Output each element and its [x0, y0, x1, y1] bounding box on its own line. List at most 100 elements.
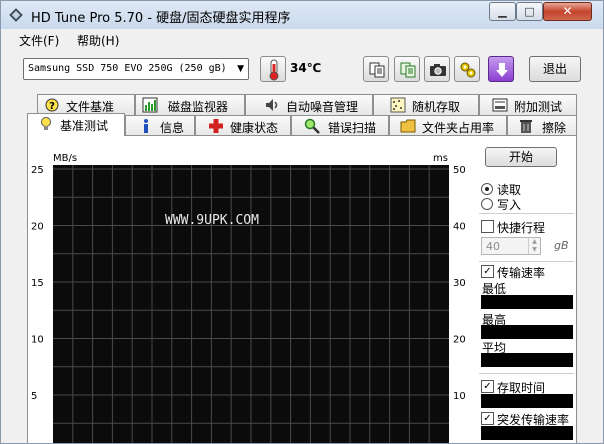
y-right-tick-label: 20 — [453, 335, 466, 346]
quick-stroke-value: 40 — [486, 240, 500, 253]
tab-aam[interactable]: 自动噪音管理 — [245, 94, 373, 115]
chart-watermark: WWW.9UPK.COM — [165, 213, 259, 228]
copy-button[interactable] — [363, 56, 389, 82]
copy-icon — [369, 62, 385, 78]
separator — [479, 213, 574, 214]
tab-disk-monitor[interactable]: 磁盘监视器 — [135, 94, 245, 115]
quick-stroke-checkbox[interactable] — [481, 220, 494, 233]
spin-down-icon[interactable]: ▼ — [528, 246, 540, 254]
access-time-checkbox[interactable]: ✓ — [481, 380, 494, 393]
y-right-tick-label: 40 — [453, 222, 466, 233]
maximize-icon: □ — [524, 5, 535, 18]
title-bar[interactable]: HD Tune Pro 5.70 - 硬盘/固态硬盘实用程序 ▁ □ ✕ — [1, 1, 603, 29]
menu-help[interactable]: 帮助(H) — [77, 32, 119, 49]
y-left-unit-label: MB/s — [53, 153, 77, 164]
y-right-tick-label: 50 — [453, 165, 466, 176]
screenshot-button[interactable] — [424, 56, 450, 82]
checkmark-icon: ✓ — [483, 266, 492, 277]
exit-button[interactable]: 退出 — [529, 56, 581, 82]
tab-random-access[interactable]: 随机存取 — [373, 94, 479, 115]
quick-stroke-unit: gB — [554, 239, 569, 252]
tab-label: 健康状态 — [230, 121, 279, 135]
menu-file[interactable]: 文件(F) — [19, 32, 59, 49]
y-right-tick-label: 10 — [453, 391, 466, 402]
tab-folder-usage[interactable]: 文件夹占用率 — [389, 115, 507, 136]
tab-label: 文件夹占用率 — [422, 121, 495, 135]
folder-icon — [400, 119, 416, 133]
random-access-icon — [390, 97, 406, 113]
tab-label: 磁盘监视器 — [168, 100, 229, 114]
disk-monitor-icon — [142, 97, 158, 113]
checkmark-icon: ✓ — [483, 381, 492, 392]
info-icon — [144, 119, 148, 133]
write-radio[interactable] — [481, 198, 493, 210]
min-value-box — [481, 295, 573, 309]
tab-benchmark[interactable]: 基准测试 — [27, 113, 125, 136]
speaker-icon — [266, 99, 278, 111]
file-benchmark-icon: ? — [45, 98, 59, 112]
health-cross-icon — [209, 119, 223, 133]
separator — [479, 373, 574, 374]
tab-file-benchmark[interactable]: ? 文件基准 — [37, 94, 135, 115]
save-button[interactable] — [488, 56, 514, 82]
checkmark-icon: ✓ — [483, 413, 492, 424]
y-left-tick-label: 15 — [31, 278, 44, 289]
avg-value-box — [481, 353, 573, 367]
extra-tests-icon — [492, 98, 508, 112]
tab-extra-tests[interactable]: 附加测试 — [479, 94, 577, 115]
maximize-button[interactable]: □ — [516, 2, 543, 21]
read-radio[interactable] — [481, 183, 493, 195]
max-value-box — [481, 325, 573, 339]
transfer-rate-label: 传输速率 — [497, 266, 546, 280]
trash-icon — [520, 120, 532, 133]
separator — [479, 261, 574, 262]
access-time-value-box — [481, 394, 573, 408]
camera-icon — [430, 64, 446, 76]
tab-label: 信息 — [160, 121, 185, 135]
menu-bar: 文件(F) 帮助(H) — [1, 29, 603, 51]
temperature-value: 34℃ — [290, 61, 322, 75]
tab-info[interactable]: 信息 — [125, 115, 195, 136]
copy-all-icon — [400, 62, 416, 78]
drive-select-value: Samsung SSD 750 EVO 250G (250 gB) — [28, 63, 227, 74]
magnifier-icon — [304, 118, 320, 134]
app-diamond-icon — [9, 8, 23, 22]
quick-stroke-spinner[interactable]: 40 ▲ ▼ — [481, 237, 541, 255]
spin-up-icon[interactable]: ▲ — [528, 238, 540, 246]
tab-label: 擦除 — [542, 121, 567, 135]
y-right-tick-label: 30 — [453, 278, 466, 289]
y-left-tick-label: 10 — [31, 335, 44, 346]
lightbulb-icon — [41, 117, 51, 130]
drive-select[interactable]: Samsung SSD 750 EVO 250G (250 gB) ▼ — [23, 58, 249, 80]
tab-label: 错误扫描 — [328, 121, 377, 135]
start-button[interactable]: 开始 — [485, 147, 557, 167]
burst-rate-value-box — [481, 426, 573, 440]
dropdown-arrow-icon: ▼ — [237, 64, 244, 74]
tab-label: 基准测试 — [60, 119, 109, 133]
app-window: HD Tune Pro 5.70 - 硬盘/固态硬盘实用程序 ▁ □ ✕ 文件(… — [0, 0, 604, 444]
close-button[interactable]: ✕ — [543, 2, 592, 21]
tab-label: 随机存取 — [412, 100, 461, 114]
y-left-tick-label: 20 — [31, 222, 44, 233]
burst-rate-checkbox[interactable]: ✓ — [481, 412, 494, 425]
transfer-rate-checkbox[interactable]: ✓ — [481, 265, 494, 278]
svg-text:?: ? — [49, 101, 55, 112]
download-arrow-icon — [496, 63, 508, 77]
tab-erase[interactable]: 擦除 — [507, 115, 577, 136]
window-title: HD Tune Pro 5.70 - 硬盘/固态硬盘实用程序 — [31, 11, 291, 26]
benchmark-chart: MB/s ms 25 50 20 40 15 30 10 20 5 10 WWW.9UPK.COM — [31, 153, 466, 443]
minimize-button[interactable]: ▁ — [489, 2, 516, 21]
tab-label: 自动噪音管理 — [286, 100, 359, 114]
minimize-icon: ▁ — [498, 5, 507, 18]
temperature-button[interactable] — [260, 56, 286, 82]
tab-health[interactable]: 健康状态 — [195, 115, 291, 136]
copy-all-button[interactable] — [394, 56, 420, 82]
y-left-tick-label: 25 — [31, 165, 44, 176]
write-label: 写入 — [497, 198, 522, 212]
plot-grid — [53, 165, 449, 443]
tab-error-scan[interactable]: 错误扫描 — [291, 115, 389, 136]
options-button[interactable] — [454, 56, 480, 82]
y-right-unit-label: ms — [433, 153, 448, 164]
options-icon — [460, 62, 476, 78]
y-left-tick-label: 5 — [31, 391, 37, 402]
